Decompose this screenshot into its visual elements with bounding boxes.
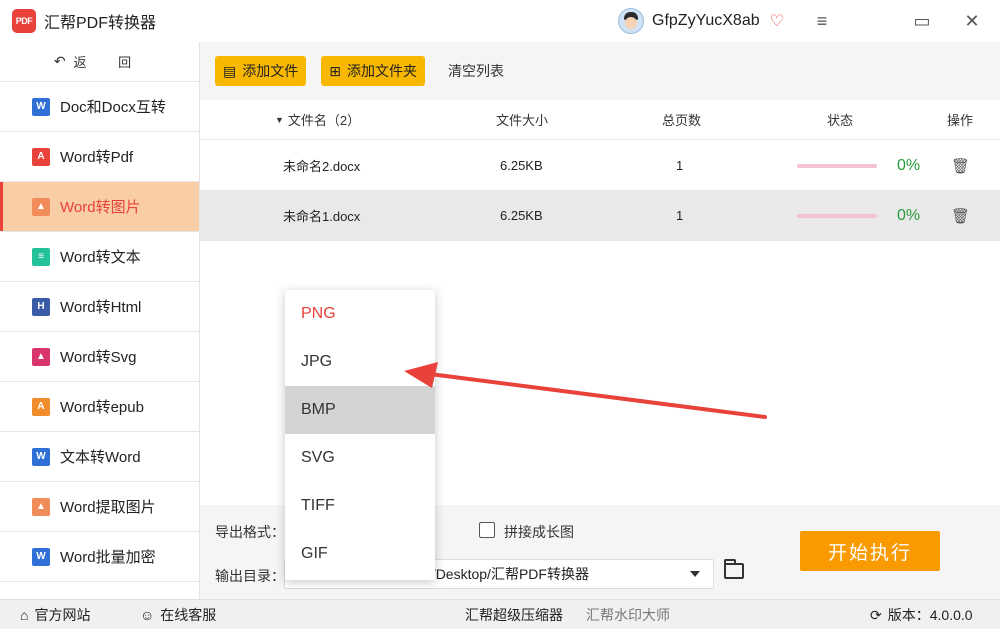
sidebar-item[interactable]: ▲ Word转图片 [0, 182, 199, 232]
status-bar: ⌂ 官方网站 ☺ 在线客服 汇帮超级压缩器 汇帮水印大师 ⟳ 版本：4.0.0.… [0, 599, 1000, 629]
file-name: 未命名1.docx [283, 209, 361, 224]
sidebar-item[interactable]: W 文本转Word [0, 432, 199, 482]
page-count: 1 [676, 158, 684, 173]
table-row[interactable]: 未命名1.docx 6.25KB 1 0% 🗑 [200, 191, 1000, 241]
chevron-down-icon[interactable] [690, 571, 700, 577]
file-name: 未命名2.docx [283, 159, 361, 174]
format-option-svg[interactable]: SVG [285, 434, 435, 482]
format-dropdown-menu: PNG JPG BMP SVG TIFF GIF [285, 290, 435, 580]
sidebar-item-label: Word批量加密 [60, 549, 156, 566]
word-icon: W [32, 447, 50, 466]
username[interactable]: GfpZyYucX8ab [652, 12, 760, 30]
refresh-icon: ⟳ [870, 606, 882, 623]
close-icon[interactable]: ✕ [959, 8, 985, 34]
app-logo-icon: PDF [12, 9, 36, 33]
page-count: 1 [676, 208, 684, 223]
header-pages: 总页数 [662, 113, 702, 128]
word-icon: W [32, 97, 50, 116]
avatar[interactable] [618, 8, 644, 34]
sidebar-item[interactable]: A Word转epub [0, 382, 199, 432]
back-button[interactable]: ↶ 返 回 [0, 42, 199, 82]
format-option-gif[interactable]: GIF [285, 530, 435, 578]
vip-diamond-icon[interactable]: ♡ [770, 11, 784, 31]
format-option-tiff[interactable]: TIFF [285, 482, 435, 530]
sidebar-item-label: Word转文本 [60, 249, 141, 266]
menu-icon[interactable]: ≡ [809, 8, 835, 34]
stitch-label[interactable]: 拼接成长图 [504, 522, 574, 542]
file-size: 6.25KB [500, 158, 543, 173]
pdf-icon: A [32, 147, 50, 166]
sidebar-item-label: Word提取图片 [60, 499, 156, 516]
online-support-link[interactable]: ☺ 在线客服 [140, 600, 216, 629]
add-file-icon: ▤ [223, 62, 237, 79]
back-arrow-icon: ↶ [53, 53, 66, 69]
user-area[interactable]: GfpZyYucX8ab ♡ [618, 8, 784, 34]
header-size: 文件大小 [496, 113, 549, 128]
sidebar-item-label: Word转图片 [60, 199, 141, 216]
sidebar-item-label: Word转Html [60, 299, 142, 316]
sidebar-item-label: Word转Svg [60, 349, 137, 366]
add-file-button[interactable]: ▤ 添加文件 [215, 56, 307, 86]
sidebar-item[interactable]: H Word转Html [0, 282, 199, 332]
sidebar-item[interactable]: W Doc和Docx互转 [0, 82, 199, 132]
folder-open-icon[interactable] [724, 559, 744, 579]
file-size: 6.25KB [500, 208, 543, 223]
progress-percent: 0% [897, 156, 921, 174]
sidebar-item-label: Doc和Docx互转 [60, 99, 166, 116]
progress-bar [797, 164, 877, 168]
home-icon: ⌂ [20, 607, 29, 623]
sidebar-item[interactable]: A Word转Pdf [0, 132, 199, 182]
support-agent-icon: ☺ [140, 607, 155, 623]
format-option-jpg[interactable]: JPG [285, 338, 435, 386]
image-icon: ▲ [32, 197, 50, 216]
add-folder-icon: ⊞ [329, 62, 341, 79]
compressor-link[interactable]: 汇帮超级压缩器 [465, 600, 563, 629]
text-icon: ≡ [32, 247, 50, 266]
format-option-png[interactable]: PNG [285, 290, 435, 338]
maximize-icon[interactable]: ▭ [909, 8, 935, 34]
epub-icon: A [32, 397, 50, 416]
export-format-label: 导出格式： [215, 524, 285, 540]
add-folder-button[interactable]: ⊞ 添加文件夹 [321, 56, 425, 86]
arrow-shaft [428, 372, 767, 419]
watermark-link[interactable]: 汇帮水印大师 [586, 600, 670, 629]
header-status: 状态 [827, 113, 854, 128]
sidebar-item-label: Word转epub [60, 399, 144, 416]
app-title: 汇帮PDF转换器 [44, 15, 157, 32]
official-site-link[interactable]: ⌂ 官方网站 [20, 600, 90, 629]
sidebar-item[interactable]: ≡ Word转文本 [0, 232, 199, 282]
table-header: ▼ 文件名（2） 文件大小 总页数 状态 操作 [200, 100, 1000, 140]
sidebar-list: W Doc和Docx互转 A Word转Pdf ▲ Word转图片 ≡ Word转文本 H Wor… [0, 82, 199, 582]
delete-icon[interactable]: 🗑 [951, 191, 970, 240]
delete-icon[interactable]: 🗑 [951, 141, 970, 190]
sidebar-item[interactable]: W Word批量加密 [0, 532, 199, 582]
format-option-bmp[interactable]: BMP [285, 386, 435, 434]
word-icon: W [32, 547, 50, 566]
annotation-arrow [404, 362, 767, 419]
sort-down-icon: ▼ [275, 114, 284, 125]
sidebar-item-label: Word转Pdf [60, 149, 134, 166]
image-icon: ▲ [32, 497, 50, 516]
progress-percent: 0% [897, 206, 921, 224]
html-icon: H [32, 297, 50, 316]
sidebar-item[interactable]: ▲ Word转Svg [0, 332, 199, 382]
title-bar: PDF 汇帮PDF转换器 GfpZyYucX8ab ♡ ≡ ▭ ✕ [0, 0, 1000, 42]
start-button[interactable]: 开始执行 [800, 531, 940, 571]
sidebar-item[interactable]: ▲ Word提取图片 [0, 482, 199, 532]
output-dir-label: 输出目录： [215, 568, 285, 584]
sidebar: ↶ 返 回 W Doc和Docx互转 A Word转Pdf ▲ Word转图片 ≡ Word转… [0, 42, 200, 599]
stitch-checkbox[interactable] [479, 522, 495, 538]
sidebar-item-label: 文本转Word [60, 449, 141, 466]
version-info[interactable]: ⟳ 版本：4.0.0.0 [870, 600, 973, 629]
clear-list-button[interactable]: 清空列表 [448, 61, 504, 81]
header-filename[interactable]: ▼ 文件名（2） [275, 100, 360, 139]
progress-bar [797, 214, 877, 218]
header-action: 操作 [947, 113, 974, 128]
table-row[interactable]: 未命名2.docx 6.25KB 1 0% 🗑 [200, 141, 1000, 191]
svg-icon: ▲ [32, 347, 50, 366]
toolbar: ▤ 添加文件 ⊞ 添加文件夹 清空列表 [200, 42, 1000, 100]
